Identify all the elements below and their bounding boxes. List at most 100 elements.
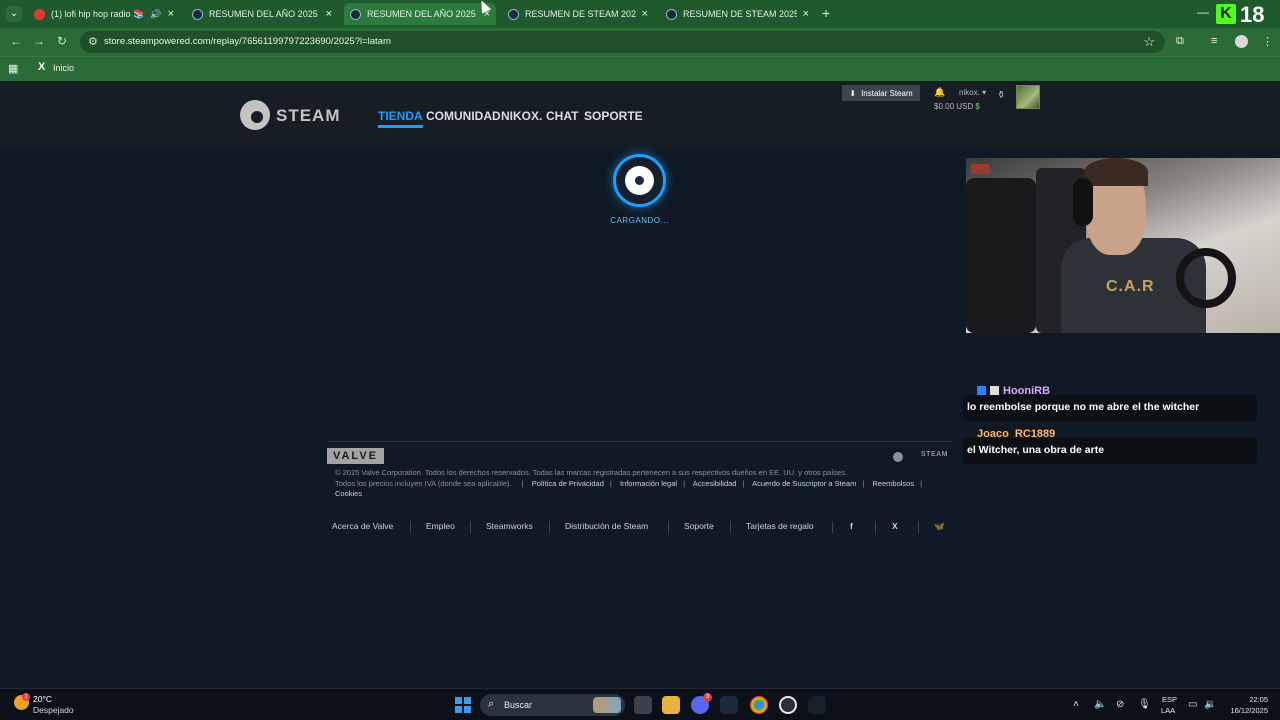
- link-accessibility[interactable]: Accesibilidad: [693, 479, 737, 488]
- nav-soporte[interactable]: SOPORTE: [584, 109, 643, 123]
- link-jobs[interactable]: Empleo: [426, 521, 455, 531]
- steam-wordmark[interactable]: STEAM: [276, 106, 341, 126]
- reload-icon[interactable]: ↻: [57, 34, 67, 48]
- task-view-icon[interactable]: [634, 696, 652, 714]
- forward-icon[interactable]: →: [33, 34, 45, 48]
- steam-header: STEAM TIENDA COMUNIDAD NIKOX. CHAT SOPOR…: [0, 81, 1280, 149]
- media-control-icon[interactable]: ≡: [1211, 35, 1217, 47]
- url-text[interactable]: store.steampowered.com/replay/7656119979…: [104, 36, 391, 47]
- taskbar-search[interactable]: ⌕ Buscar: [480, 694, 625, 716]
- account-dropdown[interactable]: nikox. ▾: [959, 88, 986, 97]
- search-highlight-image: [593, 697, 621, 713]
- display-icon[interactable]: ▭: [1188, 699, 1197, 710]
- browser-menu-icon[interactable]: ⋮: [1262, 35, 1273, 48]
- install-steam-button[interactable]: ⬇ Instalar Steam: [842, 85, 920, 101]
- points-icon[interactable]: ⚱: [997, 90, 1005, 101]
- tab-title: RESUMEN DE STEAM 2025 Hoo: [525, 9, 636, 19]
- footer-separator: [918, 521, 919, 533]
- webcam-overlay: C.A.R: [966, 158, 1280, 333]
- steam-logo-icon[interactable]: [240, 100, 270, 130]
- x-twitter-icon[interactable]: X: [892, 521, 898, 531]
- footer-separator: [470, 521, 471, 533]
- nav-comunidad[interactable]: COMUNIDAD: [426, 109, 501, 123]
- profile-avatar[interactable]: [1235, 35, 1248, 48]
- steam-icon: [666, 8, 677, 20]
- link-gift-cards[interactable]: Tarjetas de regalo: [746, 521, 814, 531]
- kick-logo-icon: K: [1216, 4, 1236, 24]
- volume-icon[interactable]: 🔈: [1094, 699, 1106, 710]
- tray-expand-icon[interactable]: ˄: [1073, 699, 1079, 710]
- windows-start-icon[interactable]: [455, 697, 471, 713]
- facebook-icon[interactable]: f: [850, 521, 853, 531]
- tab-resumen-hoo[interactable]: RESUMEN DE STEAM 2025 Hoo ×: [502, 3, 654, 25]
- keyboard-layout[interactable]: LAA: [1161, 706, 1175, 715]
- nav-chat[interactable]: CHAT: [546, 109, 578, 123]
- temperature[interactable]: 20°C: [33, 694, 52, 704]
- link-about-valve[interactable]: Acerca de Valve: [332, 521, 393, 531]
- discord-badge: 3: [703, 693, 712, 702]
- network-off-icon[interactable]: ⊘: [1116, 699, 1124, 710]
- minimize-icon[interactable]: —: [1197, 5, 1209, 19]
- steam-icon: [508, 8, 519, 20]
- bluesky-icon[interactable]: 🦋: [934, 521, 945, 532]
- notification-bell-icon[interactable]: 🔔: [934, 87, 945, 98]
- tab-resumen-jan[interactable]: RESUMEN DE STEAM 2025 Jan ×: [660, 3, 815, 25]
- link-support[interactable]: Soporte: [684, 521, 714, 531]
- steam-taskbar-icon[interactable]: [720, 696, 738, 714]
- tab-close-icon[interactable]: ×: [803, 8, 809, 20]
- tab-close-icon[interactable]: ×: [168, 8, 174, 20]
- tab-search-menu-icon[interactable]: ⌄: [6, 6, 22, 22]
- bookmark-star-icon[interactable]: ☆: [1143, 34, 1155, 50]
- avatar[interactable]: [1016, 85, 1040, 109]
- prices-note: Todos los precios incluyen IVA (donde se…: [335, 478, 512, 488]
- nav-profile[interactable]: NIKOX.: [501, 109, 542, 123]
- link-cookies[interactable]: Cookies: [335, 489, 362, 498]
- link-steamworks[interactable]: Steamworks: [486, 521, 533, 531]
- language-indicator[interactable]: ESP: [1162, 695, 1177, 704]
- bookmark-inicio[interactable]: Inicio: [53, 63, 74, 73]
- steam-icon: [192, 8, 203, 20]
- chat-message: lo reembolse porque no me abre el the wi…: [963, 395, 1257, 421]
- tab-close-icon[interactable]: ×: [326, 8, 332, 20]
- new-tab-icon[interactable]: +: [822, 5, 830, 21]
- valve-logo[interactable]: VALVE: [327, 448, 384, 464]
- extensions-icon[interactable]: ⧉: [1176, 35, 1184, 48]
- steam-footer-logo[interactable]: STEAM: [893, 448, 953, 464]
- apps-grid-icon[interactable]: ▦: [8, 62, 18, 75]
- wallet-balance[interactable]: $0.00 USD $: [934, 102, 980, 111]
- browser-tab-bar: ⌄ (1) lofi hip hop radio 📚 be 🔊 × RESUME…: [0, 0, 1280, 28]
- footer-separator: [730, 521, 731, 533]
- tab-resumen-2[interactable]: RESUMEN DEL AÑO 2025 EN S ×: [344, 3, 496, 25]
- clock-time[interactable]: 22:05: [1248, 695, 1268, 704]
- link-subscriber-agreement[interactable]: Acuerdo de Suscriptor a Steam: [752, 479, 856, 488]
- tab-close-icon[interactable]: ×: [642, 8, 648, 20]
- nav-tienda[interactable]: TIENDA: [378, 109, 423, 128]
- link-distribution[interactable]: Distribución de Steam: [565, 521, 648, 531]
- footer-separator: [549, 521, 550, 533]
- steam-small-wordmark: STEAM: [921, 451, 948, 458]
- footer-separator: [832, 521, 833, 533]
- file-explorer-icon[interactable]: [662, 696, 680, 714]
- site-info-icon[interactable]: ⚙: [88, 35, 98, 48]
- obs-icon[interactable]: [779, 696, 797, 714]
- speaker-icon[interactable]: 🔊: [150, 9, 161, 20]
- chat-message: el Witcher, una obra de arte: [963, 438, 1257, 464]
- chrome-icon[interactable]: [750, 696, 768, 714]
- steam-taskbar-icon-2[interactable]: [808, 696, 826, 714]
- tab-lofi[interactable]: (1) lofi hip hop radio 📚 be 🔊 ×: [28, 3, 180, 25]
- address-bar-row: ← → ↻ ⚙ store.steampowered.com/replay/76…: [0, 28, 1280, 56]
- link-refunds[interactable]: Reembolsos: [872, 479, 914, 488]
- tab-resumen-1[interactable]: RESUMEN DEL AÑO 2025 EN S ×: [186, 3, 338, 25]
- back-icon[interactable]: ←: [10, 34, 22, 48]
- link-privacy[interactable]: Política de Privacidad: [532, 479, 604, 488]
- steam-logo-icon: [625, 166, 654, 195]
- link-legal[interactable]: Información legal: [620, 479, 677, 488]
- speaker-tray-icon[interactable]: 🔉: [1204, 699, 1216, 710]
- weather-condition[interactable]: Despejado: [33, 705, 74, 715]
- clock-date[interactable]: 16/12/2025: [1226, 706, 1268, 715]
- search-label: Buscar: [504, 700, 533, 710]
- footer-divider: [327, 441, 953, 442]
- x-logo-icon[interactable]: X: [38, 61, 45, 73]
- omnibox[interactable]: ⚙ store.steampowered.com/replay/76561199…: [80, 31, 1165, 53]
- microphone-icon[interactable]: 🎙: [1138, 699, 1151, 710]
